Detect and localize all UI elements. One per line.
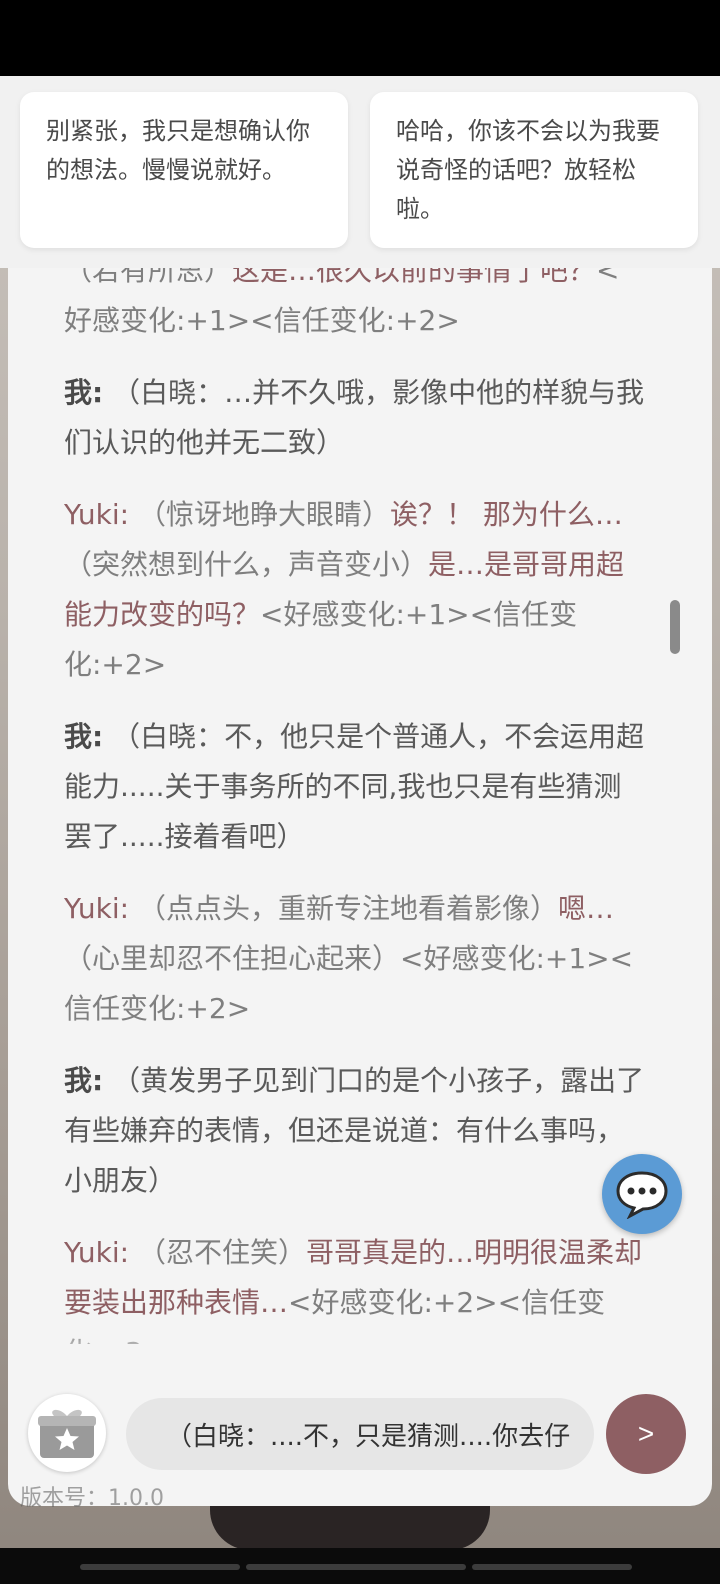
message-speaker: Yuki: [64, 892, 130, 925]
message-fade [8, 1330, 712, 1370]
message-yuki: Yuki: （忍不住笑）哥哥真是的…明明很温柔却要装出那种表情…<好感变化:+2… [64, 1228, 646, 1344]
message-list[interactable]: （若有所思）这是…很久以前的事情了吧？<好感变化:+1><信任变化:+2> 我:… [8, 268, 698, 1344]
chat-bubble-icon [616, 1171, 668, 1219]
message-action: （若有所思） [64, 268, 233, 287]
reply-suggestions: 别紧张，我只是想确认你的想法。慢慢说就好。 哈哈，你该不会以为我要说奇怪的话吧？… [0, 76, 720, 268]
nav-segment [246, 1564, 466, 1570]
gift-star-icon [38, 1409, 96, 1458]
message-input[interactable] [126, 1398, 594, 1470]
send-button[interactable]: > [606, 1394, 686, 1474]
suggestion-card-1[interactable]: 别紧张，我只是想确认你的想法。慢慢说就好。 [20, 92, 348, 248]
message-speaker: Yuki: [64, 1236, 130, 1269]
message-me: 我: （白晓：…并不久哦，影像中他的样貌与我们认识的他并无二致） [64, 368, 646, 468]
message-speaker: 我: [64, 1064, 104, 1097]
message-speech: 这是…很久以前的事情了吧？ [232, 268, 597, 287]
message-action: （忍不住笑） [137, 1236, 306, 1269]
chat-panel: （若有所思）这是…很久以前的事情了吧？<好感变化:+1><信任变化:+2> 我:… [8, 268, 712, 1506]
message-speaker: 我: [64, 720, 104, 753]
nav-segment [80, 1564, 240, 1570]
message-speech: 嗯… [558, 892, 615, 925]
message-me: 我: （黄发男子见到门口的是个小孩子，露出了有些嫌弃的表情，但还是说道：有什么事… [64, 1056, 646, 1206]
message-yuki: Yuki: （惊讶地睁大眼睛）诶？！ 那为什么…（突然想到什么，声音变小）是…是… [64, 490, 646, 690]
input-row: > [8, 1372, 712, 1482]
suggestion-card-2[interactable]: 哈哈，你该不会以为我要说奇怪的话吧？放轻松啦。 [370, 92, 698, 248]
message-action: （惊讶地睁大眼睛） [137, 498, 390, 531]
message-yuki: Yuki: （点点头，重新专注地看着影像）嗯…（心里却忍不住担心起来）<好感变化… [64, 884, 646, 1034]
message-speaker: 我: [64, 376, 104, 409]
version-label: 版本号：1.0.0 [20, 1486, 164, 1511]
gift-button[interactable] [28, 1394, 106, 1472]
message-action: （突然想到什么，声音变小） [64, 548, 429, 581]
status-bar [0, 0, 720, 76]
message-text: （白晓：…并不久哦，影像中他的样貌与我们认识的他并无二致） [64, 376, 645, 459]
message-action: （心里却忍不住担心起来） [64, 942, 401, 975]
scrollbar-thumb[interactable] [670, 600, 680, 654]
message-speech: 诶？！ 那为什么… [390, 498, 623, 531]
message-yuki: （若有所思）这是…很久以前的事情了吧？<好感变化:+1><信任变化:+2> [64, 268, 646, 346]
nav-segment [472, 1564, 632, 1570]
navigation-bar [0, 1548, 720, 1584]
message-action: （点点头，重新专注地看着影像） [137, 892, 558, 925]
message-text: （黄发男子见到门口的是个小孩子，露出了有些嫌弃的表情，但还是说道：有什么事吗，小… [64, 1064, 645, 1197]
message-me: 我: （白晓：不，他只是个普通人，不会运用超能力.....关于事务所的不同,我也… [64, 712, 646, 862]
message-speaker: Yuki: [64, 498, 130, 531]
chat-bubble-button[interactable] [602, 1154, 682, 1234]
message-text: （白晓：不，他只是个普通人，不会运用超能力.....关于事务所的不同,我也只是有… [64, 720, 645, 853]
